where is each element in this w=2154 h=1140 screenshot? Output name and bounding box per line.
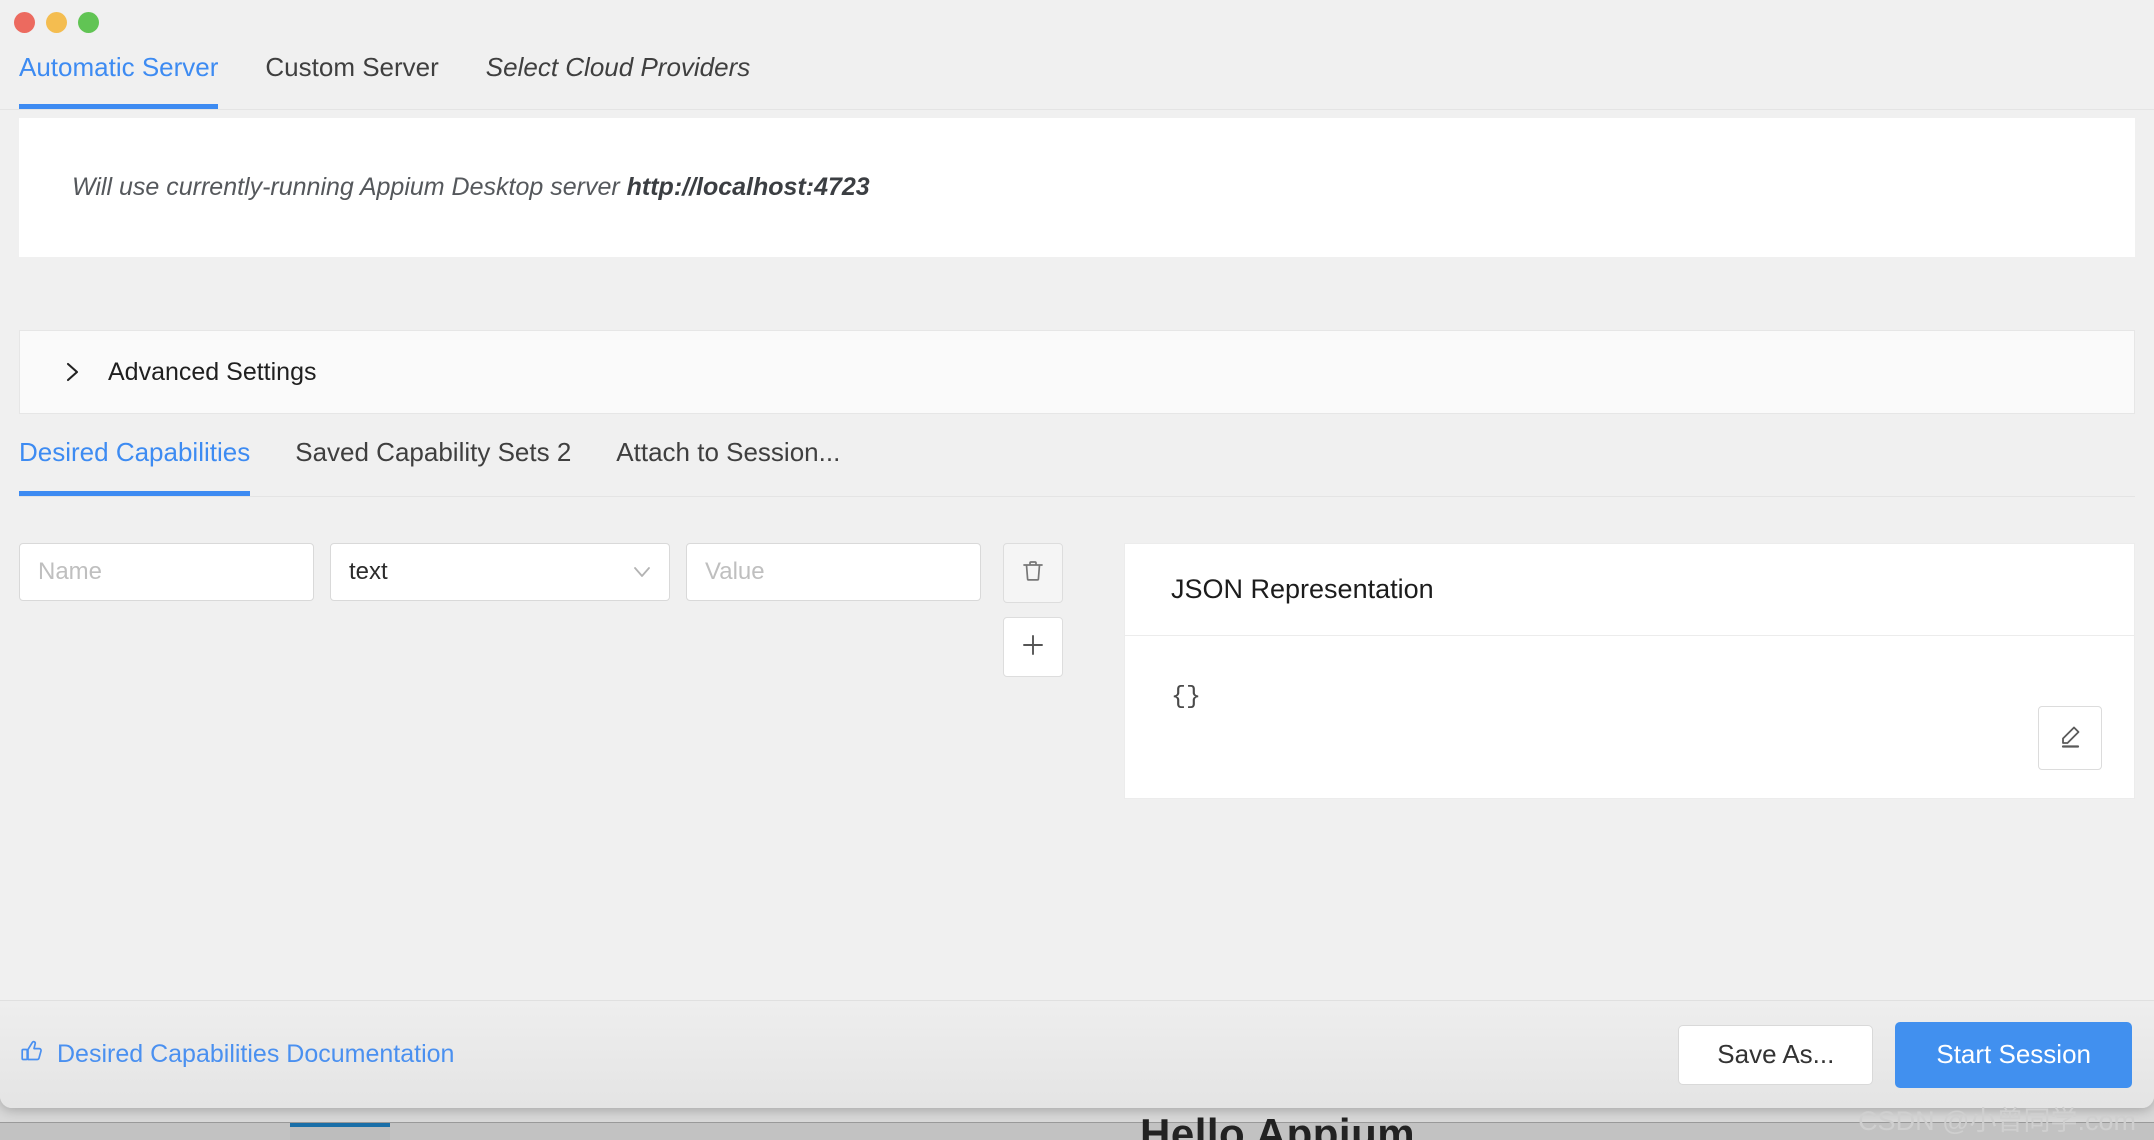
server-info-prefix: Will use currently-running Appium Deskto… — [72, 173, 620, 201]
tab-attach-to-session[interactable]: Attach to Session... — [616, 434, 840, 496]
capabilities-area: text — [19, 543, 2135, 799]
capability-row-actions — [1003, 543, 1063, 677]
chevron-down-icon — [631, 561, 653, 583]
screen: Hello Appium Automatic Server Custom Ser… — [0, 0, 2154, 1140]
server-tabs: Automatic Server Custom Server Select Cl… — [0, 48, 2154, 110]
pencil-icon — [2055, 721, 2085, 756]
advanced-settings-label: Advanced Settings — [108, 357, 317, 386]
minimize-window-button[interactable] — [46, 12, 67, 33]
save-as-button[interactable]: Save As... — [1678, 1024, 1874, 1085]
delete-capability-button[interactable] — [1003, 543, 1063, 603]
add-capability-button[interactable] — [1003, 617, 1063, 677]
server-info-panel: Will use currently-running Appium Deskto… — [19, 118, 2135, 257]
tab-automatic-server[interactable]: Automatic Server — [19, 48, 219, 109]
desired-capabilities-documentation-link[interactable]: Desired Capabilities Documentation — [19, 1038, 454, 1071]
advanced-settings-header[interactable]: Advanced Settings — [19, 330, 2135, 414]
json-panel-body: {} — [1125, 636, 2134, 798]
capability-editor: text — [19, 543, 1104, 799]
footer-actions: Save As... Start Session — [1678, 1021, 2132, 1088]
capability-name-input[interactable] — [19, 543, 314, 601]
tab-custom-server[interactable]: Custom Server — [265, 48, 438, 109]
start-session-button[interactable]: Start Session — [1895, 1021, 2132, 1088]
content-body: Will use currently-running Appium Deskto… — [0, 118, 2154, 799]
traffic-lights — [14, 12, 99, 33]
capability-row: text — [19, 543, 1104, 677]
json-representation-panel: JSON Representation {} — [1124, 543, 2135, 799]
capability-type-select[interactable]: text — [330, 543, 670, 601]
background-tab-segment-active — [290, 1123, 391, 1140]
json-code: {} — [1171, 682, 1202, 711]
close-window-button[interactable] — [14, 12, 35, 33]
footer: Desired Capabilities Documentation Save … — [0, 1000, 2154, 1108]
doc-link-label: Desired Capabilities Documentation — [57, 1040, 455, 1068]
background-tab-segment — [0, 1123, 291, 1140]
background-hello-text: Hello Appium — [1140, 1110, 1416, 1140]
appium-window: Automatic Server Custom Server Select Cl… — [0, 0, 2154, 1108]
plus-icon — [1020, 632, 1046, 663]
server-url: http://localhost:4723 — [626, 173, 870, 201]
maximize-window-button[interactable] — [78, 12, 99, 33]
server-info-message: Will use currently-running Appium Deskto… — [72, 173, 870, 202]
thumbs-up-icon — [19, 1038, 45, 1071]
capability-value-input[interactable] — [686, 543, 981, 601]
tab-select-cloud-providers[interactable]: Select Cloud Providers — [486, 48, 750, 109]
edit-json-button[interactable] — [2038, 706, 2102, 770]
capabilities-tabs: Desired Capabilities Saved Capability Se… — [19, 434, 2135, 497]
titlebar — [0, 0, 2154, 48]
tab-saved-capability-sets[interactable]: Saved Capability Sets 2 — [295, 434, 571, 496]
json-panel-title: JSON Representation — [1171, 574, 1434, 604]
tab-desired-capabilities[interactable]: Desired Capabilities — [19, 434, 251, 496]
json-panel-header: JSON Representation — [1125, 544, 2134, 636]
trash-icon — [1020, 558, 1046, 589]
chevron-right-icon — [62, 361, 84, 383]
capability-type-value: text — [349, 558, 388, 585]
background-window-tabstrip — [0, 1122, 2154, 1140]
background-tab-segment — [1320, 1123, 2154, 1140]
